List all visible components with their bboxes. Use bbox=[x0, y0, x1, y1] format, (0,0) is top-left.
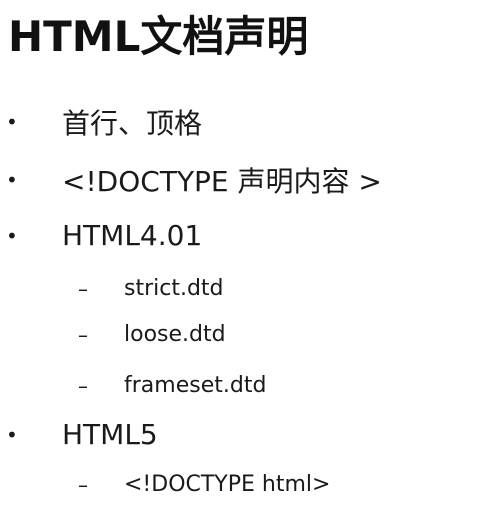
sub-bullet-marker: – bbox=[78, 472, 88, 497]
bullet-text: HTML4.01 bbox=[62, 219, 203, 252]
bullet-text: 首行、顶格 bbox=[62, 107, 203, 140]
bullet-text: <!DOCTYPE 声明内容 > bbox=[62, 165, 382, 198]
sub-bullet-marker: – bbox=[78, 276, 88, 301]
sub-bullet-text: strict.dtd bbox=[124, 276, 224, 301]
bullet-text: HTML5 bbox=[62, 418, 158, 451]
bullet-marker: • bbox=[6, 168, 18, 192]
bullet-item: • HTML4.01 bbox=[6, 219, 202, 252]
slide: HTML文档声明 • 首行、顶格 • <!DOCTYPE 声明内容 > • HT… bbox=[0, 0, 478, 514]
bullet-marker: • bbox=[6, 422, 18, 447]
sub-bullet-item: – loose.dtd bbox=[78, 322, 226, 347]
bullet-marker: • bbox=[6, 223, 18, 248]
bullet-item: • <!DOCTYPE 声明内容 > bbox=[6, 160, 382, 200]
bullet-item: • 首行、顶格 bbox=[6, 102, 202, 142]
sub-bullet-item: – strict.dtd bbox=[78, 276, 224, 301]
sub-bullet-text: <!DOCTYPE html> bbox=[124, 472, 331, 497]
sub-bullet-marker: – bbox=[78, 322, 88, 347]
slide-title: HTML文档声明 bbox=[8, 12, 309, 61]
bullet-marker: • bbox=[6, 110, 18, 134]
sub-bullet-text: frameset.dtd bbox=[124, 373, 267, 398]
bullet-item: • HTML5 bbox=[6, 418, 158, 451]
sub-bullet-item: – <!DOCTYPE html> bbox=[78, 472, 330, 497]
sub-bullet-item: – frameset.dtd bbox=[78, 373, 266, 398]
sub-bullet-text: loose.dtd bbox=[124, 322, 226, 347]
sub-bullet-marker: – bbox=[78, 373, 88, 398]
